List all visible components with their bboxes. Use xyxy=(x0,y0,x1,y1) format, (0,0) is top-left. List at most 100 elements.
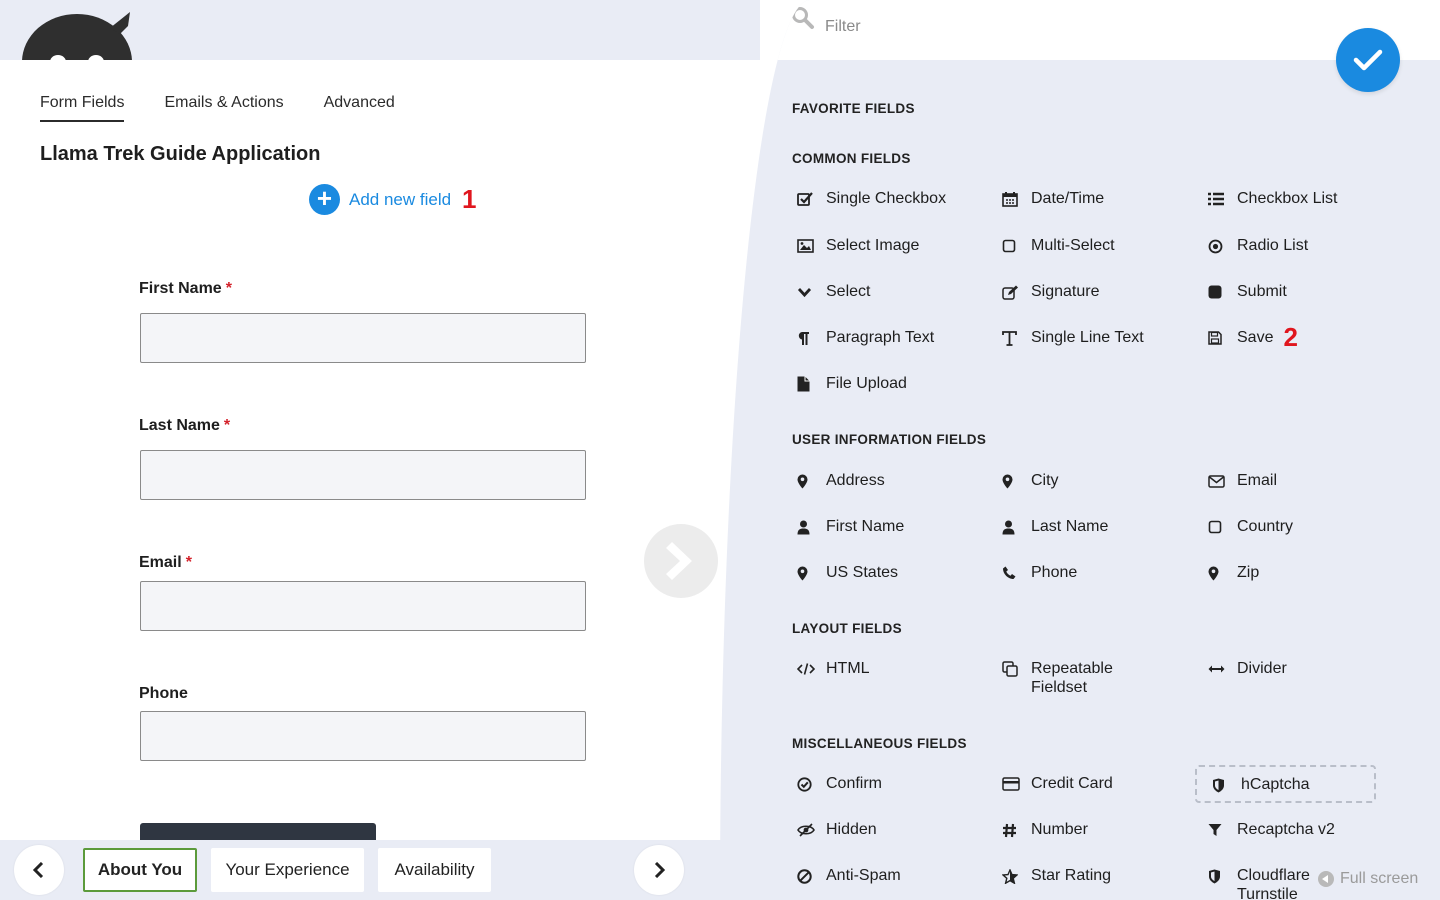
top-bar xyxy=(0,0,760,60)
annotation-marker-2: 2 xyxy=(1283,322,1298,352)
checkmark-icon xyxy=(1353,49,1383,71)
previous-page-button[interactable] xyxy=(14,845,64,895)
radio-icon xyxy=(1203,236,1237,256)
plus-circle-icon: + xyxy=(309,184,340,215)
field-multi-select[interactable]: Multi-Select xyxy=(997,236,1115,256)
horizontal-arrows-icon xyxy=(1203,659,1237,679)
field-number[interactable]: Number xyxy=(997,820,1088,840)
check-circle-icon xyxy=(792,774,826,794)
text-cursor-icon xyxy=(997,328,1031,348)
done-button[interactable] xyxy=(1336,28,1400,92)
next-page-button[interactable] xyxy=(634,845,684,895)
image-icon xyxy=(792,236,826,256)
field-signature[interactable]: Signature xyxy=(997,282,1100,302)
search-icon xyxy=(792,7,814,29)
field-paragraph-text[interactable]: Paragraph Text xyxy=(792,328,934,348)
field-hcaptcha[interactable]: hCaptcha xyxy=(1195,765,1376,803)
field-city[interactable]: City xyxy=(997,471,1059,491)
user-icon xyxy=(997,517,1031,537)
file-icon xyxy=(792,374,826,394)
field-phone[interactable]: Phone xyxy=(997,563,1077,583)
field-single-checkbox[interactable]: Single Checkbox xyxy=(792,189,946,209)
field-single-line-text[interactable]: Single Line Text xyxy=(997,328,1144,348)
code-icon xyxy=(792,659,826,679)
map-pin-icon xyxy=(792,471,826,491)
square-outline-icon xyxy=(1203,517,1237,537)
field-star-rating[interactable]: Star Rating xyxy=(997,866,1111,886)
field-date-time[interactable]: Date/Time xyxy=(997,189,1104,209)
tab-emails-actions[interactable]: Emails & Actions xyxy=(164,94,283,122)
map-pin-icon xyxy=(997,471,1031,491)
field-file-upload[interactable]: File Upload xyxy=(792,374,907,394)
field-label-phone: Phone xyxy=(139,685,188,702)
copy-icon xyxy=(997,659,1031,679)
page-tab-availability[interactable]: Availability xyxy=(378,848,491,892)
form-title: Llama Trek Guide Application xyxy=(40,143,321,165)
signature-icon xyxy=(997,282,1031,302)
field-submit[interactable]: Submit xyxy=(1203,282,1287,302)
field-html[interactable]: HTML xyxy=(792,659,870,679)
shield-icon xyxy=(1203,866,1237,886)
drawer-toggle-button[interactable] xyxy=(644,524,718,598)
field-repeatable-fieldset[interactable]: Repeatable Fieldset xyxy=(997,659,1141,697)
field-hidden[interactable]: Hidden xyxy=(792,820,877,840)
checkbox-icon xyxy=(792,189,826,209)
add-new-field-button[interactable]: + Add new field xyxy=(309,184,451,215)
field-last-name[interactable]: Last Name xyxy=(997,517,1108,537)
page-tab-about-you[interactable]: About You xyxy=(83,848,197,892)
field-address[interactable]: Address xyxy=(792,471,885,491)
field-cloudflare-turnstile[interactable]: Cloudflare Turnstile xyxy=(1203,866,1327,900)
field-divider[interactable]: Divider xyxy=(1203,659,1287,679)
filter-bar xyxy=(720,0,1440,60)
field-us-states[interactable]: US States xyxy=(792,563,898,583)
section-layout-fields: LAYOUT FIELDS xyxy=(792,621,902,636)
calendar-icon xyxy=(997,189,1031,209)
field-zip[interactable]: Zip xyxy=(1203,563,1259,583)
page-tab-your-experience[interactable]: Your Experience xyxy=(211,848,364,892)
full-screen-button[interactable]: Full screen xyxy=(1318,870,1418,888)
section-user-information-fields: USER INFORMATION FIELDS xyxy=(792,432,987,447)
field-country[interactable]: Country xyxy=(1203,517,1293,537)
first-name-input[interactable] xyxy=(140,313,586,363)
field-confirm[interactable]: Confirm xyxy=(792,774,882,794)
eye-slash-icon xyxy=(792,820,826,840)
ban-icon xyxy=(792,866,826,886)
field-label-email: Email * xyxy=(139,554,192,571)
envelope-icon xyxy=(1203,471,1237,491)
chevron-left-icon xyxy=(32,862,44,878)
builder-tabs: Form Fields Emails & Actions Advanced xyxy=(40,94,395,122)
filter-icon xyxy=(1203,820,1237,840)
map-pin-icon xyxy=(1203,563,1237,583)
field-select[interactable]: Select xyxy=(792,282,870,302)
star-icon xyxy=(997,866,1031,886)
tab-form-fields[interactable]: Form Fields xyxy=(40,94,125,122)
field-credit-card[interactable]: Credit Card xyxy=(997,774,1113,794)
field-anti-spam[interactable]: Anti-Spam xyxy=(792,866,901,886)
phone-input[interactable] xyxy=(140,711,586,761)
chevron-right-icon xyxy=(654,862,666,878)
tab-advanced[interactable]: Advanced xyxy=(324,94,395,122)
filter-input[interactable] xyxy=(825,18,1225,36)
chevron-down-icon xyxy=(792,282,826,302)
floppy-disk-icon xyxy=(1203,328,1237,348)
add-new-field-label: Add new field xyxy=(349,189,452,209)
section-miscellaneous-fields: MISCELLANEOUS FIELDS xyxy=(792,736,967,751)
required-asterisk: * xyxy=(223,417,231,434)
section-common-fields: COMMON FIELDS xyxy=(792,151,911,166)
field-radio-list[interactable]: Radio List xyxy=(1203,236,1308,256)
ninja-forms-logo xyxy=(22,12,132,60)
chevron-right-icon xyxy=(666,542,692,580)
required-asterisk: * xyxy=(185,554,192,571)
full-screen-label: Full screen xyxy=(1340,870,1419,887)
field-email[interactable]: Email xyxy=(1203,471,1277,491)
last-name-input[interactable] xyxy=(140,450,586,500)
field-recaptcha-v2[interactable]: Recaptcha v2 xyxy=(1203,820,1335,840)
field-save[interactable]: Save 2 xyxy=(1203,324,1298,350)
shield-icon xyxy=(1207,775,1241,795)
field-checkbox-list[interactable]: Checkbox List xyxy=(1203,189,1338,209)
field-label-last-name: Last Name * xyxy=(139,417,231,434)
field-first-name[interactable]: First Name xyxy=(792,517,904,537)
field-select-image[interactable]: Select Image xyxy=(792,236,919,256)
hash-icon xyxy=(997,820,1031,840)
email-input[interactable] xyxy=(140,581,586,631)
